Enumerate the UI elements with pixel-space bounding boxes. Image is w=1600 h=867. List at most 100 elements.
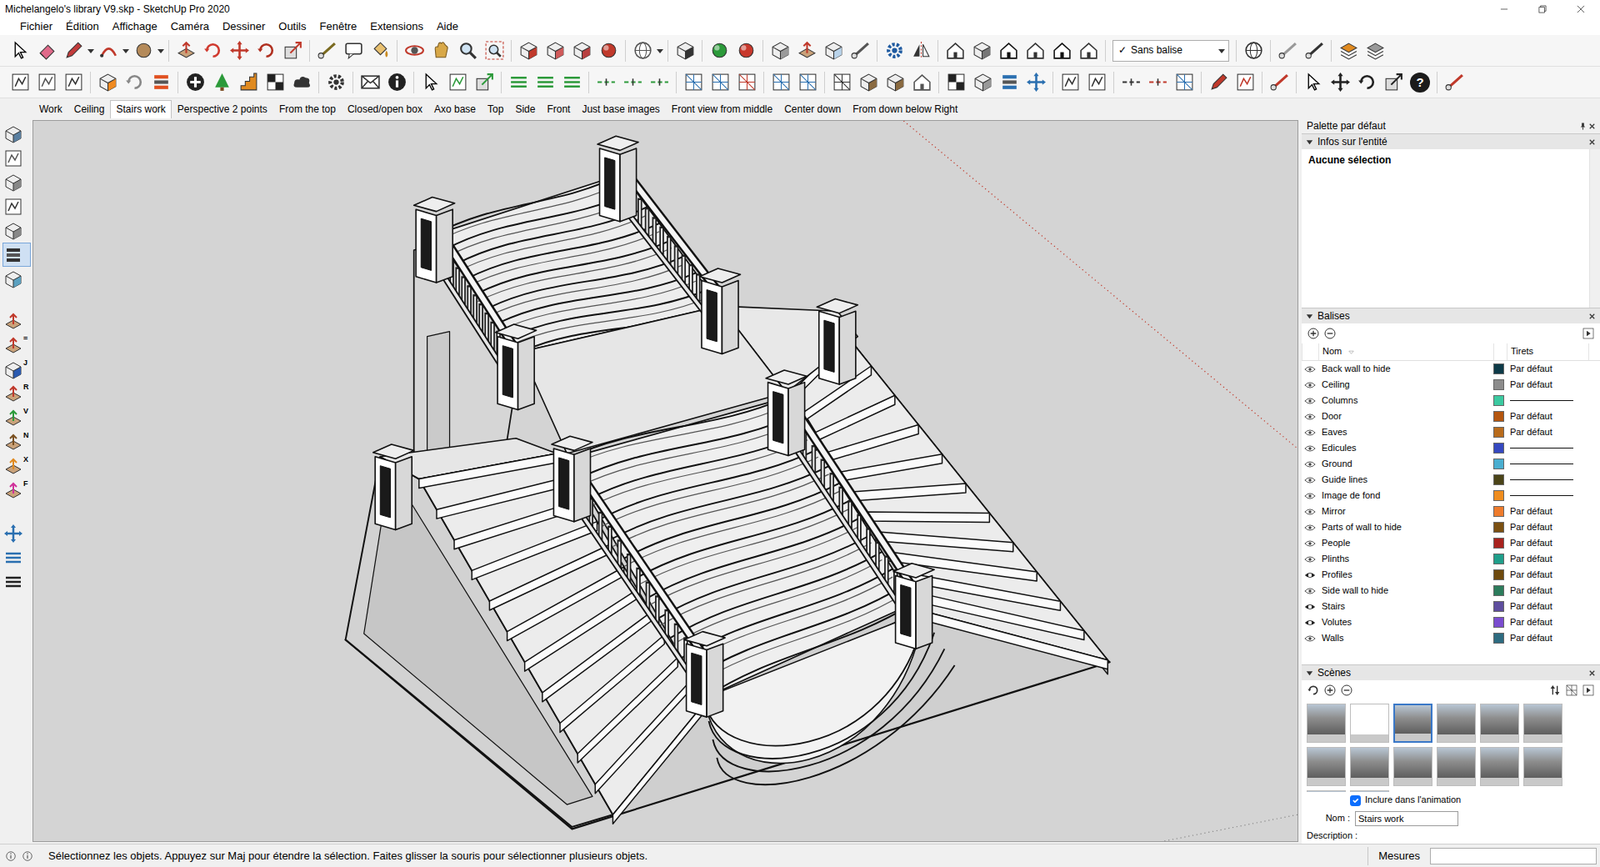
cube-icon[interactable] <box>518 40 540 61</box>
entity-info-header[interactable]: Infos sur l'entité <box>1301 133 1600 150</box>
stack-icon[interactable] <box>3 245 24 265</box>
stairs-icon[interactable] <box>238 71 260 93</box>
tag-row[interactable]: PeoplePar défaut <box>1301 535 1600 551</box>
cube-tool-button[interactable] <box>855 69 882 96</box>
tag-dash-cell[interactable]: Par défaut <box>1506 503 1589 520</box>
orbit-icon[interactable] <box>404 40 425 61</box>
scenes-header[interactable]: Scènes <box>1301 664 1600 680</box>
add-scene-icon[interactable] <box>1323 683 1337 697</box>
sphere-icon[interactable] <box>709 40 730 61</box>
left-tool-button[interactable]: V <box>2 405 31 430</box>
rotate-icon[interactable] <box>255 40 277 61</box>
tape-tool-button[interactable] <box>1274 37 1301 65</box>
visibility-eye-icon[interactable] <box>1304 426 1316 439</box>
plusc-icon[interactable] <box>185 71 206 93</box>
cube-tool-button[interactable] <box>671 37 699 65</box>
hand-icon[interactable] <box>430 40 452 61</box>
dash-icon[interactable] <box>622 71 644 93</box>
tag-dash-cell[interactable]: Par défaut <box>1506 630 1589 646</box>
checker-icon[interactable] <box>265 71 286 93</box>
scene-thumbnail[interactable] <box>1393 746 1433 786</box>
left-tool-button[interactable]: R <box>2 381 31 406</box>
help-icon[interactable]: ? <box>1410 72 1430 93</box>
staircase-model-drawing[interactable] <box>33 120 1298 841</box>
cube-icon[interactable] <box>571 40 593 61</box>
zoom-tool-button[interactable] <box>454 37 481 65</box>
push-tool-button[interactable] <box>172 37 200 65</box>
globe-icon[interactable] <box>632 40 654 61</box>
tag-color-swatch[interactable] <box>1493 426 1505 438</box>
tag-color-swatch[interactable] <box>1493 537 1505 549</box>
tag-color-swatch[interactable] <box>1493 505 1505 517</box>
cube-icon[interactable] <box>971 40 993 61</box>
details-icon[interactable] <box>1581 683 1595 697</box>
lines-tool-button[interactable] <box>558 69 585 96</box>
tag-color-swatch[interactable] <box>1493 474 1505 485</box>
tag-row[interactable]: Ground <box>1301 455 1600 472</box>
stack-tool-button[interactable] <box>147 69 175 96</box>
house-tool-button[interactable] <box>908 69 935 96</box>
frame-tool-button[interactable] <box>1231 69 1259 96</box>
house-tool-button[interactable] <box>941 37 969 65</box>
remove-tag-icon[interactable] <box>1323 326 1337 340</box>
scene-thumbnail[interactable] <box>1480 746 1520 786</box>
globe-tool-button[interactable] <box>629 37 656 65</box>
dash-icon[interactable] <box>1147 71 1169 93</box>
scene-tab[interactable]: Axo base <box>428 100 482 119</box>
envelope-tool-button[interactable] <box>356 69 384 96</box>
scale-icon[interactable] <box>1383 71 1405 93</box>
tag-row[interactable]: Back wall to hidePar défaut <box>1301 360 1600 377</box>
scene-tab[interactable]: Closed/open box <box>341 100 429 119</box>
scene-thumbnail[interactable] <box>1436 703 1476 743</box>
grid-icon[interactable] <box>710 71 731 93</box>
cube-tool-button[interactable] <box>541 37 569 65</box>
close-icon[interactable] <box>1587 668 1597 678</box>
plusc-tool-button[interactable] <box>181 69 209 96</box>
tag-color-swatch[interactable] <box>1493 363 1505 375</box>
arrow-icon[interactable] <box>1303 71 1325 93</box>
tag-dash-cell[interactable]: Par défaut <box>1506 566 1589 583</box>
gear-tool-button[interactable] <box>880 37 908 65</box>
frame-icon[interactable] <box>10 71 31 93</box>
tag-color-swatch[interactable] <box>1493 616 1505 628</box>
left-tool-button[interactable] <box>2 569 31 594</box>
arrow-tool-button[interactable] <box>417 69 445 96</box>
tape-icon[interactable] <box>1444 71 1465 93</box>
pin-icon[interactable] <box>1578 121 1588 131</box>
frame-tool-button[interactable] <box>6 69 34 96</box>
tag-dash-cell[interactable]: Par défaut <box>1506 519 1589 535</box>
tape-tool-button[interactable] <box>1265 69 1293 96</box>
tag-color-swatch[interactable] <box>1493 458 1505 470</box>
menu-item[interactable]: Affichage <box>105 20 165 34</box>
tape-tool-button[interactable] <box>846 37 874 65</box>
left-tool-button[interactable]: = <box>2 333 31 358</box>
arrow-icon[interactable] <box>10 40 31 61</box>
tag-dash-cell[interactable]: Par défaut <box>1506 614 1589 630</box>
cube-icon[interactable] <box>675 40 696 61</box>
tape-icon[interactable] <box>1277 40 1299 61</box>
visibility-eye-icon[interactable] <box>1304 616 1316 629</box>
dropdown-caret-icon[interactable] <box>156 40 165 61</box>
move-icon[interactable] <box>1330 71 1351 93</box>
lines-icon[interactable] <box>3 571 24 592</box>
tag-row[interactable]: Image de fond <box>1301 487 1600 504</box>
dash-tool-button[interactable] <box>619 69 646 96</box>
grid-icon[interactable] <box>770 71 792 93</box>
gear-icon[interactable] <box>884 40 905 61</box>
visibility-eye-icon[interactable] <box>1304 490 1316 502</box>
measurements-field[interactable] <box>1430 847 1597 865</box>
house-tool-button[interactable] <box>1048 37 1075 65</box>
push-icon[interactable] <box>3 311 24 332</box>
cloud-tool-button[interactable] <box>288 69 315 96</box>
visibility-eye-icon[interactable] <box>1304 569 1316 581</box>
tag-row[interactable]: StairsPar défaut <box>1301 598 1600 615</box>
scene-thumbnail[interactable] <box>1350 703 1390 743</box>
grid-tool-button[interactable] <box>767 69 795 96</box>
arrow-tool-button[interactable] <box>1300 69 1327 96</box>
grid-icon[interactable] <box>831 71 853 93</box>
tag-color-swatch[interactable] <box>1493 490 1505 501</box>
lines-tool-button[interactable] <box>505 69 532 96</box>
tag-color-swatch[interactable] <box>1493 395 1505 406</box>
cube-tool-button[interactable] <box>969 69 996 96</box>
dropdown-caret-icon[interactable] <box>1217 40 1226 61</box>
